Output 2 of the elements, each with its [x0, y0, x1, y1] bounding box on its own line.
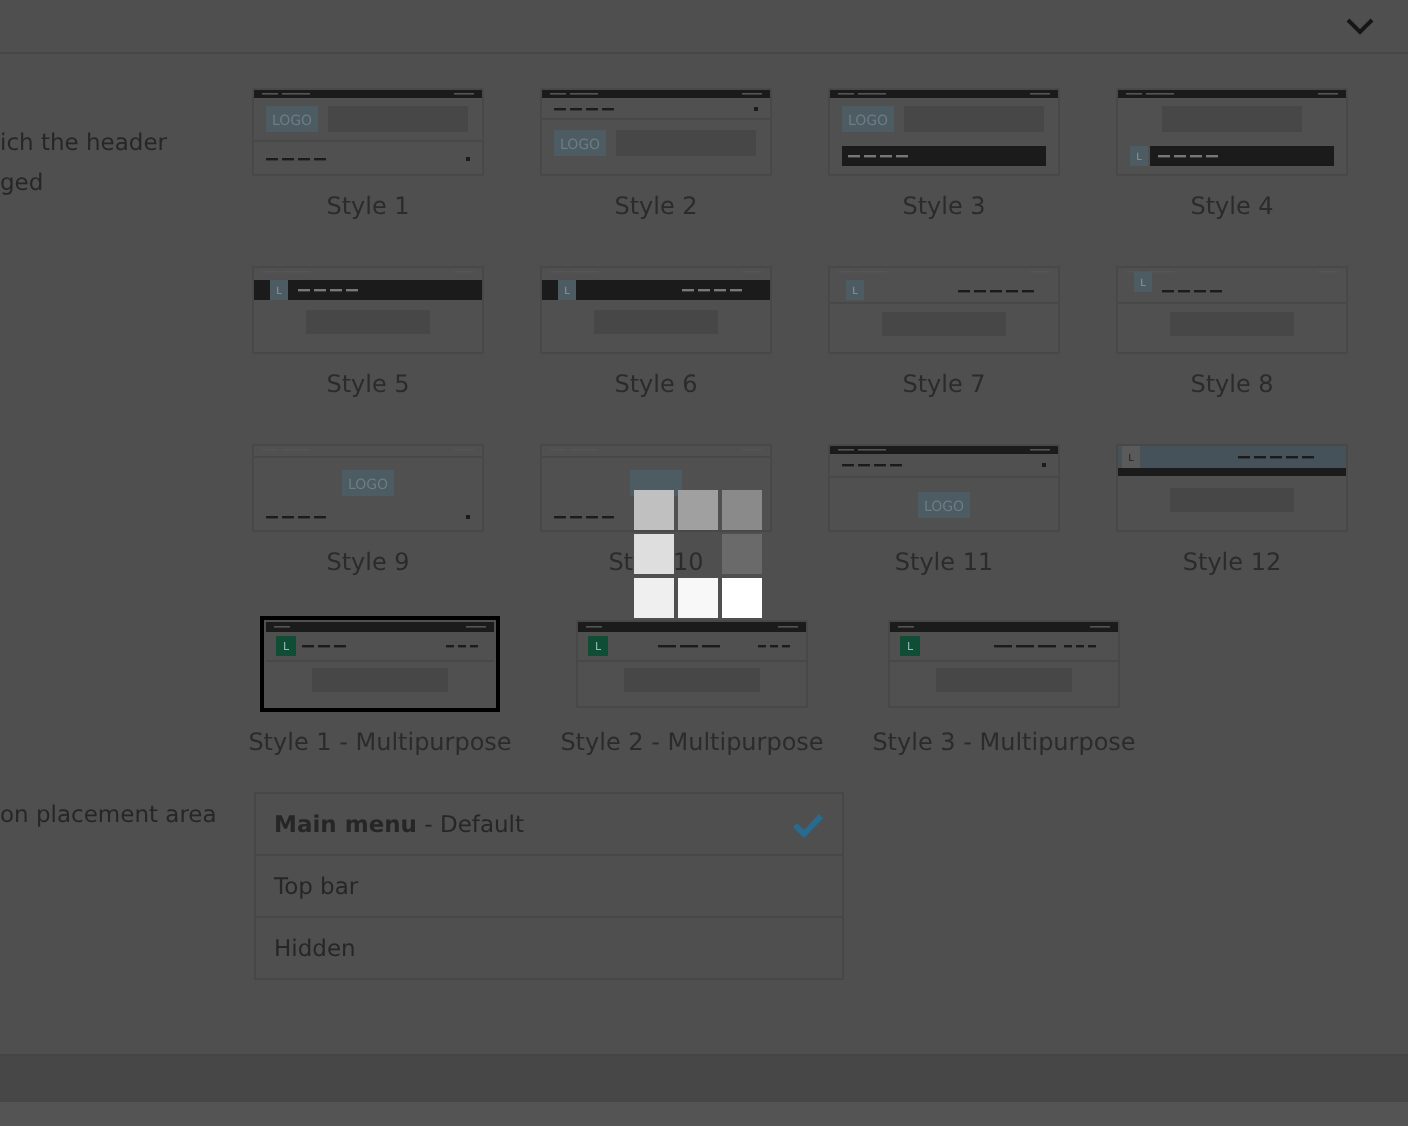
checkmark-icon	[792, 811, 824, 837]
loading-icon	[634, 490, 762, 618]
